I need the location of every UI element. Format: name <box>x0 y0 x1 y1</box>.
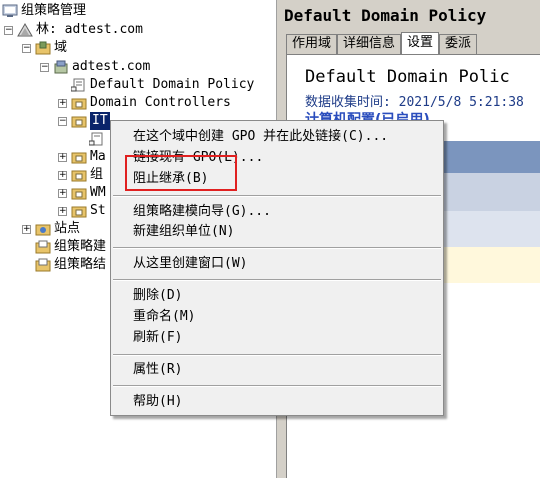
collapse-toggle[interactable]: − <box>40 62 49 72</box>
collapse-toggle[interactable]: − <box>4 25 13 35</box>
tree-item-wm[interactable]: + WM <box>58 184 106 202</box>
details-title: Default Domain Policy <box>284 6 487 25</box>
tree-item-gp-modeling[interactable]: 组策略建 <box>22 238 106 256</box>
tab-settings[interactable]: 设置 <box>401 32 440 54</box>
tree-item-zu[interactable]: + 组 <box>58 166 103 184</box>
tree-item-ma[interactable]: + Ma <box>58 148 106 166</box>
gpo-link-icon <box>70 78 87 92</box>
gpo-link-icon <box>88 132 105 146</box>
tree-item-gpm[interactable]: 组策略管理 <box>2 2 86 20</box>
menu-refresh[interactable]: 刷新(F) <box>133 328 182 348</box>
ou-folder-icon <box>71 96 87 110</box>
expand-toggle[interactable]: + <box>58 170 67 180</box>
expand-toggle[interactable]: + <box>22 224 31 234</box>
expand-toggle[interactable]: + <box>58 98 67 108</box>
menu-create-gpo-link[interactable]: 在这个域中创建 GPO 并在此处链接(C)... <box>133 127 388 147</box>
tree-item-sites[interactable]: + 站点 <box>22 220 80 238</box>
tree-item-st[interactable]: + St <box>58 202 106 220</box>
expand-toggle[interactable]: + <box>58 188 67 198</box>
details-tabs: 作用域 详细信息 设置 委派 <box>286 32 478 54</box>
gpm-console-icon <box>2 4 18 18</box>
tree-label-wm: WM <box>90 185 106 200</box>
menu-separator <box>113 279 441 281</box>
menu-properties[interactable]: 属性(R) <box>133 360 182 380</box>
tree-item-forest[interactable]: − 林: adtest.com <box>4 21 143 39</box>
tree-label-zu: 组 <box>90 167 104 182</box>
tree-label-domain-controllers: Domain Controllers <box>90 95 231 110</box>
sites-icon <box>35 222 51 236</box>
collapse-toggle[interactable]: − <box>58 116 67 126</box>
tree-item-default-domain-policy[interactable]: Default Domain Policy <box>58 76 254 94</box>
expand-toggle[interactable]: + <box>58 206 67 216</box>
menu-new-window-from-here[interactable]: 从这里创建窗口(W) <box>133 254 247 274</box>
report-title: Default Domain Polic <box>305 67 510 87</box>
tab-scope[interactable]: 作用域 <box>286 34 338 54</box>
ou-folder-icon <box>71 168 87 182</box>
tree-label-gp-results: 组策略结 <box>54 257 107 272</box>
tree-label-gpm: 组策略管理 <box>21 3 87 18</box>
tree-item-domain-controllers[interactable]: + Domain Controllers <box>58 94 231 112</box>
menu-delete[interactable]: 删除(D) <box>133 286 182 306</box>
menu-new-ou[interactable]: 新建组织单位(N) <box>133 222 234 242</box>
ou-folder-icon <box>71 186 87 200</box>
expand-toggle[interactable]: + <box>58 152 67 162</box>
ou-folder-icon <box>71 150 87 164</box>
domains-folder-icon <box>35 41 51 55</box>
tree-label-it: IT <box>90 112 110 130</box>
menu-rename[interactable]: 重命名(M) <box>133 307 195 327</box>
tree-label-sites: 站点 <box>54 221 81 236</box>
tree-item-gp-results[interactable]: 组策略结 <box>22 256 106 274</box>
menu-separator <box>113 354 441 356</box>
ou-folder-icon <box>71 114 87 128</box>
tree-label-ma: Ma <box>90 149 106 164</box>
results-icon <box>35 258 51 272</box>
tab-delegation[interactable]: 委派 <box>439 34 478 54</box>
tree-item-domains[interactable]: − 域 <box>22 39 67 57</box>
modeling-icon <box>35 240 51 254</box>
tab-details[interactable]: 详细信息 <box>337 34 402 54</box>
tree-label-default-domain-policy: Default Domain Policy <box>90 77 255 92</box>
ou-folder-icon <box>71 204 87 218</box>
menu-gp-modeling-wizard[interactable]: 组策略建模向导(G)... <box>133 202 271 222</box>
tree-label-gp-modeling: 组策略建 <box>54 239 107 254</box>
collapse-toggle[interactable]: − <box>22 43 31 53</box>
annotation-highlight-box <box>125 155 237 191</box>
forest-icon <box>17 23 33 37</box>
menu-separator <box>113 195 441 197</box>
domain-icon <box>53 60 69 74</box>
tree-label-domain: adtest.com <box>72 59 151 74</box>
menu-separator <box>113 385 441 387</box>
tree-label-st: St <box>90 203 106 218</box>
collection-time: 数据收集时间: 2021/5/8 5:21:38 <box>305 95 524 110</box>
tree-item-it-child[interactable] <box>76 130 108 148</box>
tree-label-forest: 林: adtest.com <box>36 22 143 37</box>
tree-label-domains: 域 <box>54 40 68 55</box>
menu-separator <box>113 247 441 249</box>
tree-item-it[interactable]: − IT <box>58 112 110 130</box>
menu-help[interactable]: 帮助(H) <box>133 392 182 412</box>
tree-item-domain[interactable]: − adtest.com <box>40 58 150 76</box>
